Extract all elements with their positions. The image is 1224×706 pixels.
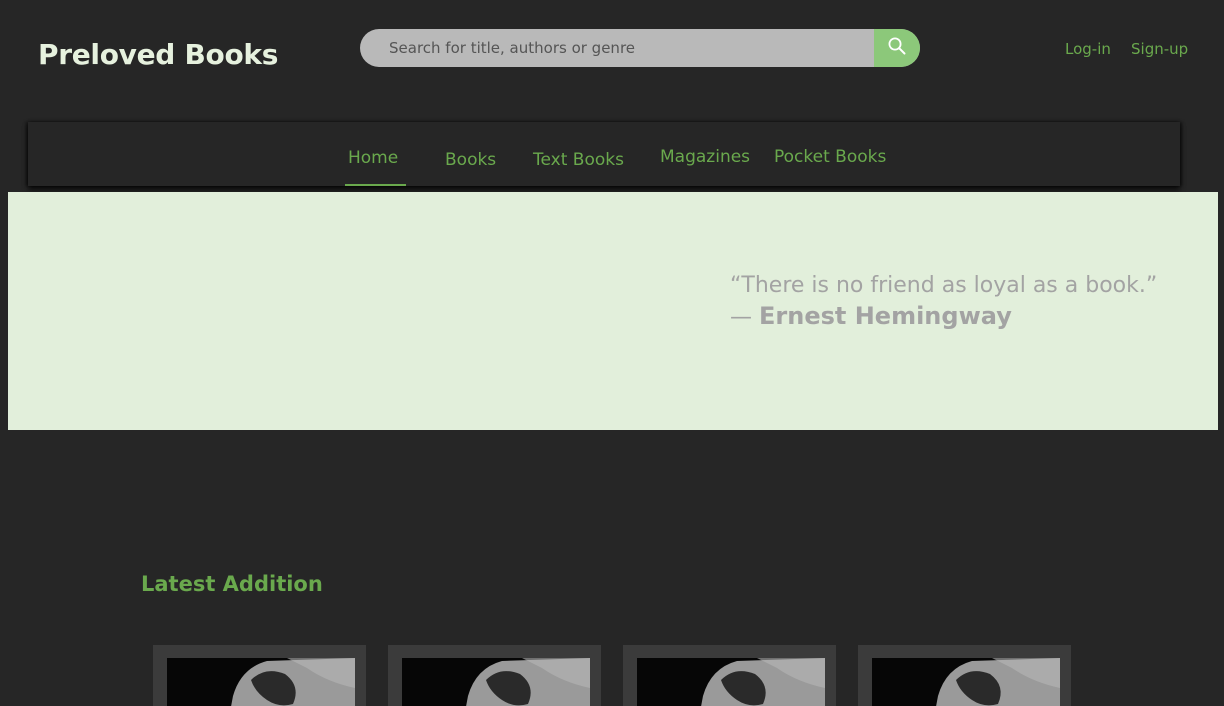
signup-link[interactable]: Sign-up <box>1131 40 1188 58</box>
book-card[interactable] <box>388 645 601 706</box>
quote-text: “There is no friend as loyal as a book.” <box>730 273 1158 298</box>
quote-author: Ernest Hemingway <box>759 302 1012 330</box>
nav-item-text-books[interactable]: Text Books <box>533 150 624 170</box>
nav-item-home[interactable]: Home <box>348 148 398 168</box>
search-button[interactable] <box>874 29 920 67</box>
hero-banner: “There is no friend as loyal as a book.”… <box>8 192 1218 430</box>
search-input[interactable] <box>360 29 874 67</box>
book-card[interactable] <box>153 645 366 706</box>
quote-dash: — <box>730 305 752 330</box>
book-cover-image <box>402 658 590 706</box>
book-cover-image <box>167 658 355 706</box>
book-card[interactable] <box>858 645 1071 706</box>
book-card[interactable] <box>623 645 836 706</box>
search-bar <box>360 29 920 67</box>
site-logo[interactable]: Preloved Books <box>38 38 278 71</box>
nav-item-pocket-books[interactable]: Pocket Books <box>774 147 886 167</box>
active-tab-indicator <box>345 184 406 186</box>
latest-addition-heading: Latest Addition <box>141 572 323 596</box>
nav-item-books[interactable]: Books <box>445 150 496 170</box>
hero-quote-block: “There is no friend as loyal as a book.”… <box>730 270 1157 333</box>
quote-attribution: — Ernest Hemingway <box>730 301 1157 333</box>
search-icon <box>887 36 907 60</box>
book-cover-image <box>872 658 1060 706</box>
nav-item-magazines[interactable]: Magazines <box>660 147 750 167</box>
main-nav: Home Books Text Books Magazines Pocket B… <box>28 122 1180 186</box>
page: Preloved Books Log-in Sign-up Home Books… <box>0 0 1224 706</box>
book-cover-image <box>637 658 825 706</box>
login-link[interactable]: Log-in <box>1065 40 1111 58</box>
